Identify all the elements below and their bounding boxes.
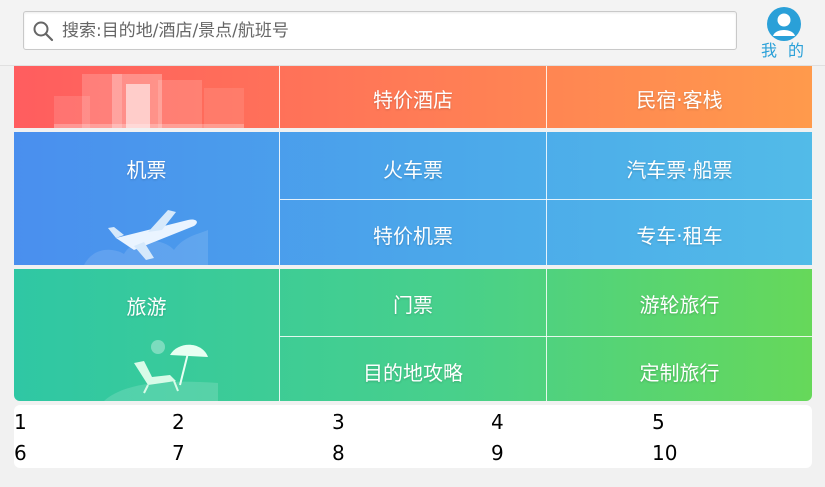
user-avatar-icon xyxy=(767,7,801,41)
profile-label: 我 的 xyxy=(760,41,808,60)
number-item: 5 xyxy=(652,410,665,434)
number-item: 9 xyxy=(491,441,504,465)
number-item: 4 xyxy=(491,410,504,434)
tile-label: 游轮旅行 xyxy=(639,293,720,317)
tile-destination-guide[interactable]: 目的地攻略 xyxy=(280,337,546,401)
search-input[interactable] xyxy=(62,12,732,49)
hotel-building-icon xyxy=(54,74,244,128)
number-item: 6 xyxy=(14,441,27,465)
tile-label: 旅游 xyxy=(126,295,167,319)
tile-bus-ferry-tickets[interactable]: 汽车票·船票 xyxy=(547,132,812,199)
tile-admission-tickets[interactable]: 门票 xyxy=(280,269,546,336)
tile-label: 专车·租车 xyxy=(636,224,723,248)
tile-label: 汽车票·船票 xyxy=(626,158,733,182)
tile-label: 目的地攻略 xyxy=(363,361,463,385)
travel-section: 旅游 门票 游轮旅行 目的地攻略 定制旅行 xyxy=(14,269,812,401)
number-item: 1 xyxy=(14,410,27,434)
tile-label: 火车票 xyxy=(383,158,443,182)
app-screen: 我 的 特价酒店 民宿·客栈 机票 xyxy=(0,0,825,487)
tile-label: 特价酒店 xyxy=(373,88,453,112)
tile-car-rental[interactable]: 专车·租车 xyxy=(547,200,812,265)
tile-train-tickets[interactable]: 火车票 xyxy=(280,132,546,199)
tile-label: 民宿·客栈 xyxy=(636,88,723,112)
tile-discount-flights[interactable]: 特价机票 xyxy=(280,200,546,265)
tile-homestay-inn[interactable]: 民宿·客栈 xyxy=(547,66,812,128)
tile-custom-travel[interactable]: 定制旅行 xyxy=(547,337,812,401)
profile-button[interactable]: 我 的 xyxy=(760,6,808,64)
tile-travel[interactable]: 旅游 xyxy=(14,269,279,401)
flight-section: 机票 火车票 汽车票·船票 特价机票 专车·租车 xyxy=(14,132,812,265)
number-item: 3 xyxy=(332,410,345,434)
tile-label: 门票 xyxy=(393,293,433,317)
airplane-icon xyxy=(84,210,208,265)
hotel-main-tile[interactable] xyxy=(14,66,279,128)
search-icon xyxy=(33,21,54,42)
hotel-section: 特价酒店 民宿·客栈 xyxy=(14,66,812,128)
number-list: 1 2 3 4 5 6 7 8 9 10 xyxy=(14,405,812,468)
number-item: 8 xyxy=(332,441,345,465)
tile-flights[interactable]: 机票 xyxy=(14,132,279,265)
beach-chair-icon xyxy=(104,340,218,401)
tile-label: 特价机票 xyxy=(373,224,453,248)
number-item: 7 xyxy=(172,441,185,465)
tile-cruise-travel[interactable]: 游轮旅行 xyxy=(547,269,812,336)
number-item: 2 xyxy=(172,410,185,434)
number-item: 10 xyxy=(652,441,678,465)
header-bar: 我 的 xyxy=(0,0,825,66)
tile-discount-hotel[interactable]: 特价酒店 xyxy=(280,66,546,128)
search-box[interactable] xyxy=(23,11,737,50)
tile-label: 定制旅行 xyxy=(639,361,720,385)
tile-label: 机票 xyxy=(126,158,167,182)
